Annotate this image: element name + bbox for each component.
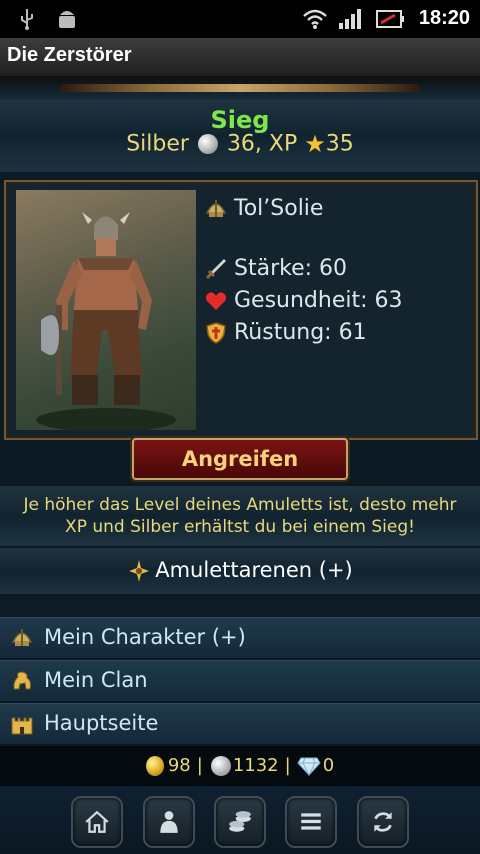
nav-list-button[interactable] xyxy=(285,796,337,848)
signal-icon xyxy=(339,9,361,29)
stat-strength: Stärke: 60 xyxy=(234,256,348,281)
nav-refresh-button[interactable] xyxy=(357,796,409,848)
ornament-bar xyxy=(60,84,420,92)
attack-area: Angreifen xyxy=(0,436,480,482)
hint-panel: Je höher das Level deines Amuletts ist, … xyxy=(0,486,480,546)
menu-item-character-label: Mein Charakter (+) xyxy=(44,625,246,649)
hint-text: Je höher das Level deines Amuletts ist, … xyxy=(23,495,457,537)
silver-amount: 36, XP xyxy=(226,131,298,157)
amulet-arena-label: Amulettarenen (+) xyxy=(155,558,353,582)
stat-row-health: Gesundheit: 63 xyxy=(204,288,403,313)
silver-label: Silber xyxy=(126,131,189,157)
sword-icon xyxy=(205,259,226,280)
opponent-card: Tol’Solie Stärke: 60 Gesundheit: 63 Rüst… xyxy=(4,180,478,440)
profile-icon xyxy=(160,811,178,833)
xp-amount: 35 xyxy=(325,131,354,157)
lion-icon xyxy=(13,671,32,690)
attack-button[interactable]: Angreifen xyxy=(132,438,348,480)
refresh-icon xyxy=(374,812,392,832)
status-bar: 18:20 xyxy=(0,0,480,38)
spacer xyxy=(0,596,480,618)
stat-row-armor: Rüstung: 61 xyxy=(204,320,367,345)
nav-profile-button[interactable] xyxy=(143,796,195,848)
menu-item-home-label: Hauptseite xyxy=(44,711,159,735)
stat-health: Gesundheit: 63 xyxy=(234,288,403,313)
heart-icon xyxy=(205,292,227,310)
warrior-illustration xyxy=(36,212,176,430)
wifi-icon xyxy=(303,9,327,29)
diamond-amount: 0 xyxy=(322,755,335,776)
gold-coin-icon xyxy=(145,756,164,776)
helmet-icon xyxy=(205,200,227,217)
coins-icon xyxy=(229,811,251,832)
currency-separator: | xyxy=(284,755,291,776)
opponent-name: Tol’Solie xyxy=(234,196,324,221)
battery-icon xyxy=(376,10,404,28)
nav-home-button[interactable] xyxy=(71,796,123,848)
helmet-icon xyxy=(11,629,33,646)
opponent-portrait xyxy=(16,190,196,430)
clock: 18:20 xyxy=(418,7,470,29)
app-title-bar: Die Zerstörer xyxy=(0,38,480,77)
amulet-arena-row: Amulettarenen (+) xyxy=(0,558,480,583)
menu-item-clan-label: Mein Clan xyxy=(44,668,148,692)
bottom-nav xyxy=(0,786,480,854)
silver-amount: 1132 xyxy=(232,755,279,776)
home-icon xyxy=(85,810,109,833)
usb-icon xyxy=(21,9,33,30)
amulet-arena-link[interactable]: Amulettarenen (+) xyxy=(0,548,480,594)
xp-star-icon: ★ xyxy=(304,130,326,158)
ornament-divider xyxy=(0,76,480,100)
app-title: Die Zerstörer xyxy=(7,44,132,66)
list-icon xyxy=(301,813,321,830)
android-icon xyxy=(59,11,75,28)
nav-coins-button[interactable] xyxy=(214,796,266,848)
castle-icon xyxy=(11,717,33,735)
reward-line: Silber 36, XP ★35 xyxy=(0,130,480,158)
shield-icon xyxy=(206,322,226,344)
menu-item-character[interactable]: Mein Charakter (+) xyxy=(0,617,480,659)
silver-coin-icon xyxy=(197,134,218,154)
amulet-icon xyxy=(129,560,150,582)
currency-bar: 98 | 1132 | 0 xyxy=(0,746,480,786)
stat-armor: Rüstung: 61 xyxy=(234,320,367,345)
stat-row-strength: Stärke: 60 xyxy=(204,256,347,281)
diamond-icon xyxy=(297,757,321,777)
currency-separator: | xyxy=(196,755,203,776)
menu-item-clan[interactable]: Mein Clan xyxy=(0,660,480,702)
silver-coin-icon xyxy=(210,756,231,776)
opponent-name-row: Tol’Solie xyxy=(204,196,323,221)
gold-amount: 98 xyxy=(167,755,191,776)
menu-item-home[interactable]: Hauptseite xyxy=(0,703,480,745)
